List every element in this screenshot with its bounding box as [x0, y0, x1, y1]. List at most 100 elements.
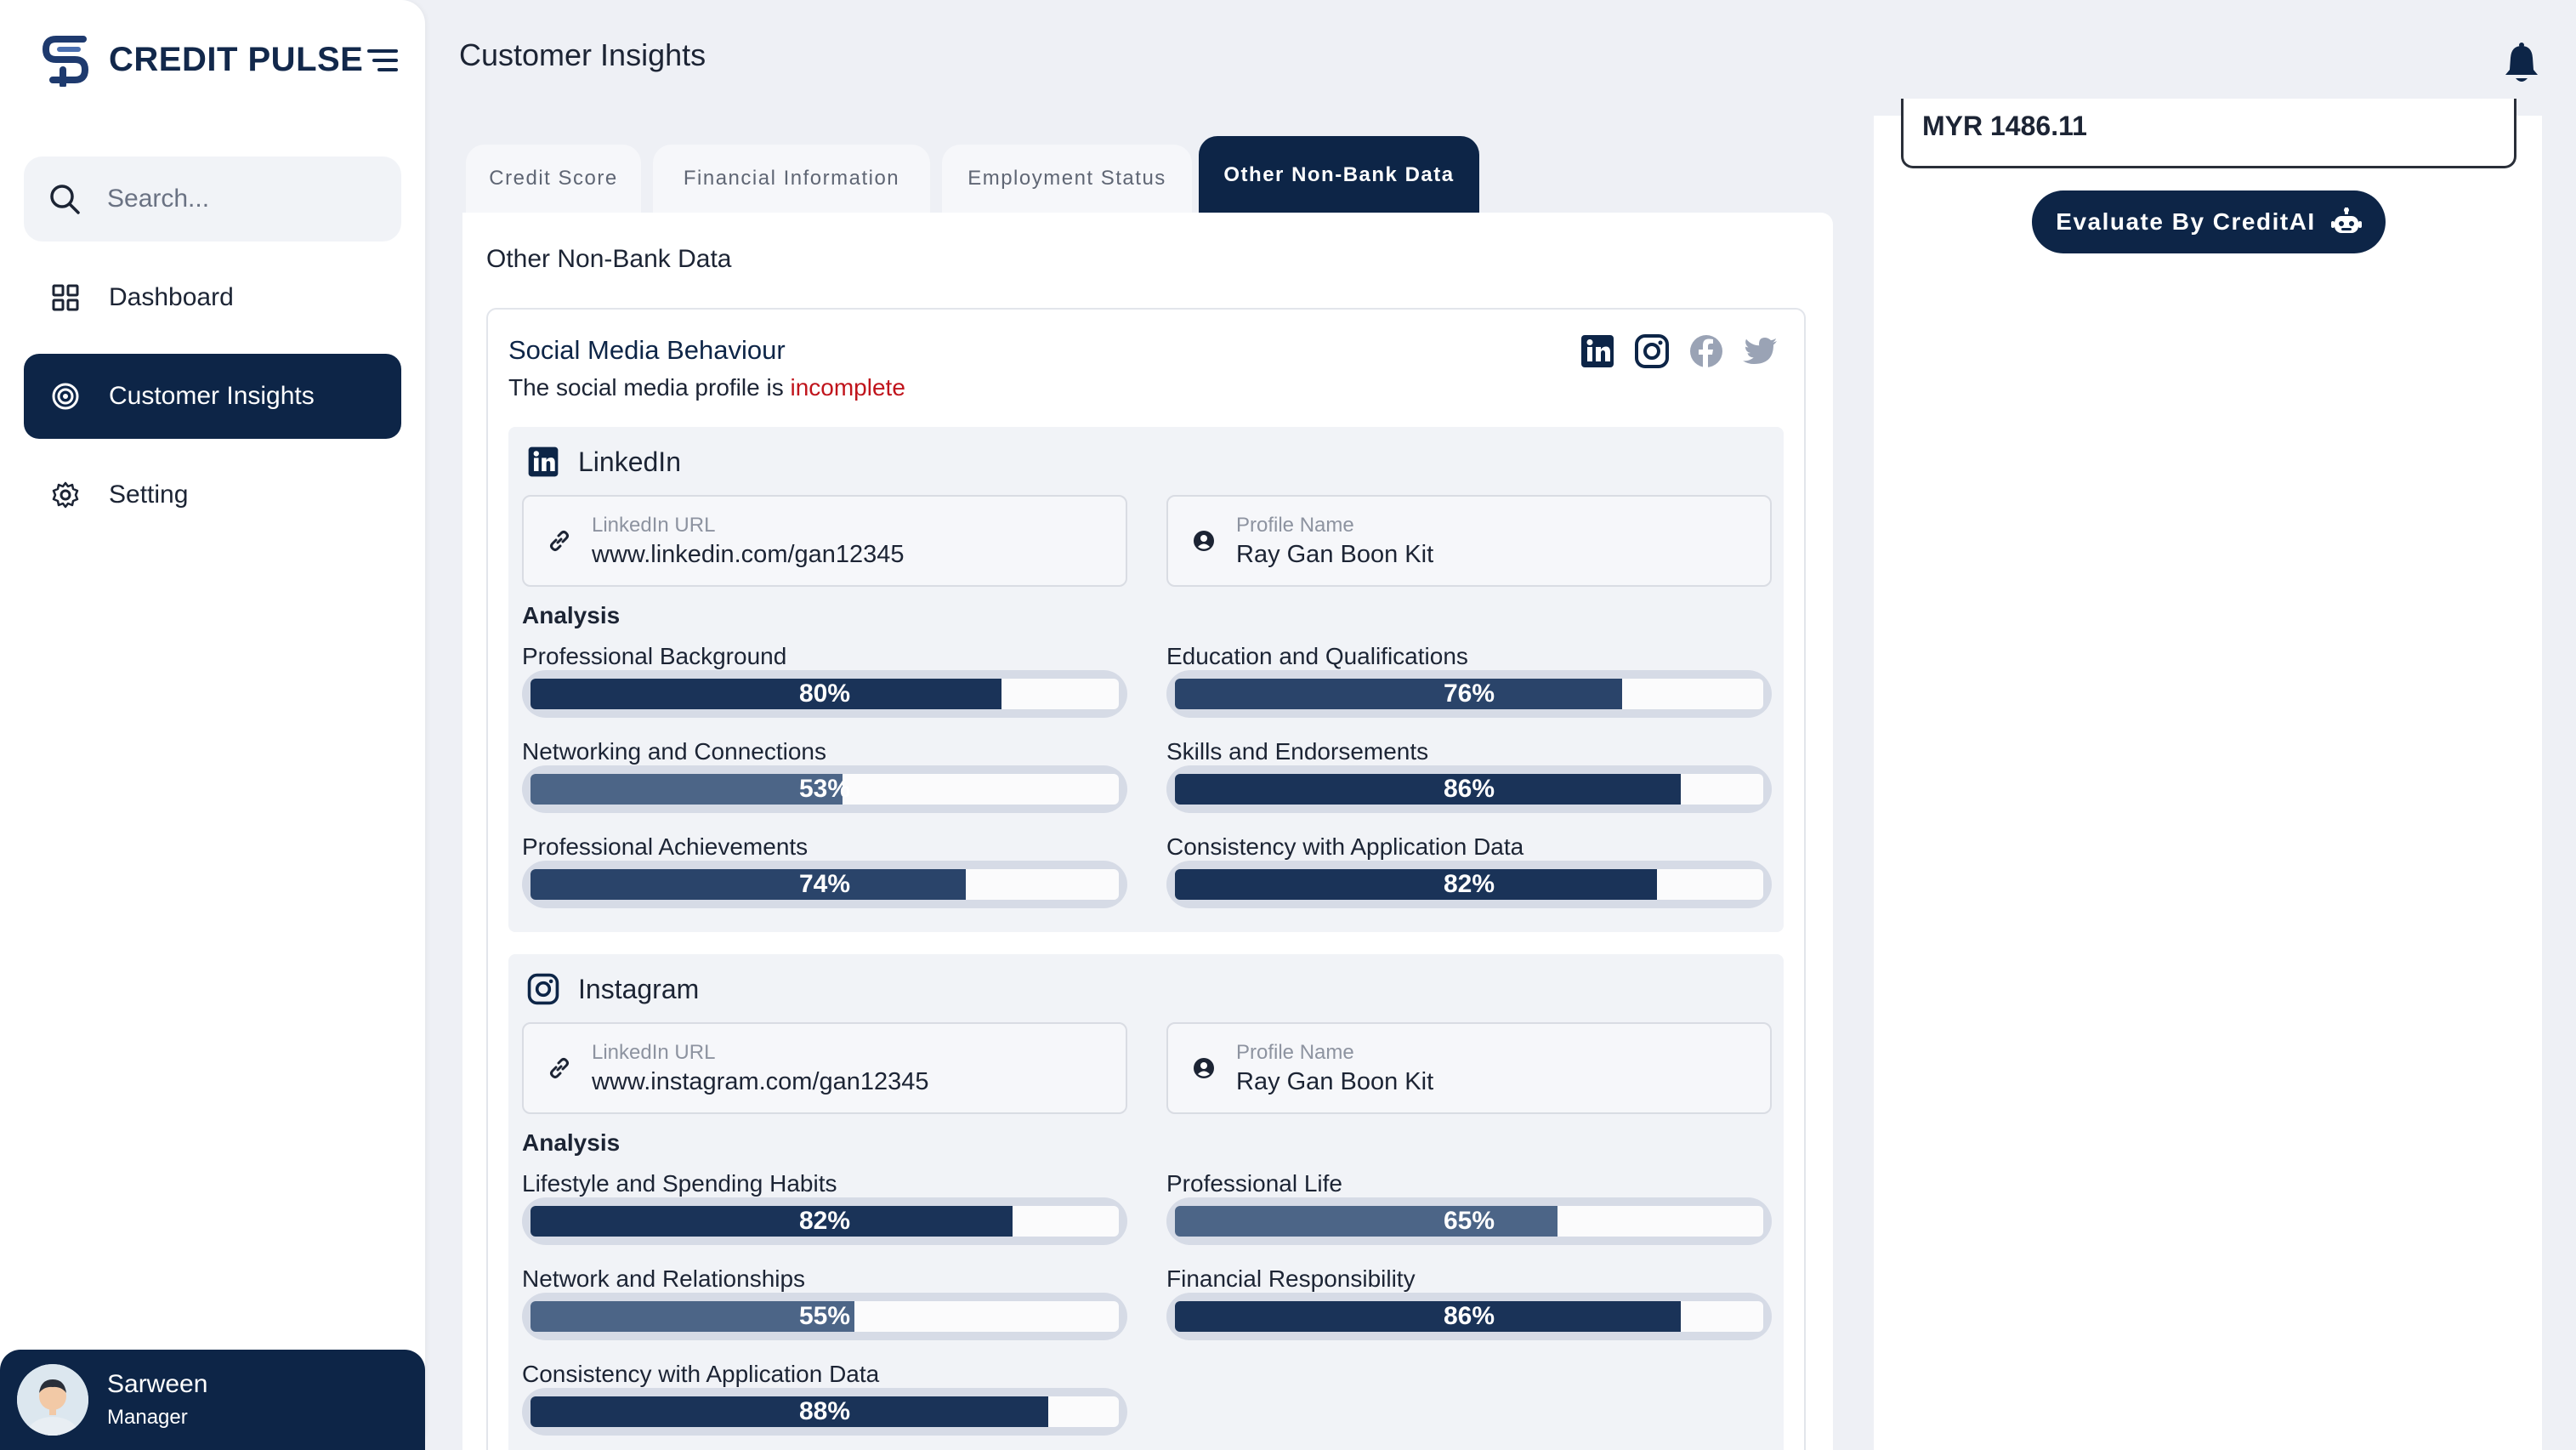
twitter-icon[interactable] — [1741, 332, 1780, 371]
instagram-header: Instagram — [525, 971, 699, 1007]
sidebar: CREDIT PULSE Dashboard Customer Insights — [0, 0, 425, 1450]
brand[interactable]: CREDIT PULSE — [41, 32, 363, 87]
notification-bell-icon[interactable] — [2503, 43, 2540, 85]
metric-value: 80% — [798, 680, 851, 708]
status-badge: incomplete — [790, 374, 905, 401]
right-panel: MYR 1486.11 Evaluate By CreditAI — [1874, 99, 2542, 1450]
nav-item-dashboard[interactable]: Dashboard — [24, 255, 401, 340]
facebook-icon[interactable] — [1687, 332, 1726, 371]
link-icon — [550, 531, 569, 551]
social-media-title: Social Media Behaviour — [508, 335, 786, 365]
progress-bar: 86% — [1166, 1293, 1772, 1340]
metric-networking-connections: Networking and Connections 53% — [522, 738, 1127, 820]
metric-label: Consistency with Application Data — [522, 1361, 880, 1387]
metric-value: 82% — [1443, 870, 1495, 898]
metric-label: Networking and Connections — [522, 738, 826, 765]
progress-bar: 55% — [522, 1293, 1127, 1340]
gear-icon — [52, 481, 79, 509]
tab-label: Other Non-Bank Data — [1223, 163, 1455, 186]
metric-label: Network and Relationships — [522, 1265, 806, 1292]
metric-skills-endorsements: Skills and Endorsements 86% — [1166, 738, 1772, 820]
metric-financial-responsibility: Financial Responsibility 86% — [1166, 1265, 1772, 1347]
metric-label: Skills and Endorsements — [1166, 738, 1429, 765]
page-title: Customer Insights — [459, 37, 706, 72]
field-label: LinkedIn URL — [592, 514, 716, 537]
progress-bar: 82% — [1166, 861, 1772, 908]
nav-label-dashboard: Dashboard — [109, 283, 234, 311]
nav-label-setting: Setting — [109, 480, 189, 509]
robot-icon — [2330, 208, 2362, 233]
amount-value: MYR 1486.11 — [1922, 111, 2087, 141]
progress-bar: 76% — [1166, 670, 1772, 718]
metric-label: Professional Background — [522, 643, 787, 669]
instagram-profile-value: Ray Gan Boon Kit — [1236, 1068, 1434, 1095]
progress-bar: 80% — [522, 670, 1127, 718]
metric-label: Financial Responsibility — [1166, 1265, 1416, 1292]
metric-label: Consistency with Application Data — [1166, 833, 1524, 860]
user-name: Sarween — [107, 1370, 208, 1398]
progress-bar: 65% — [1166, 1197, 1772, 1245]
social-icons — [1578, 332, 1796, 371]
evaluate-creditai-button[interactable]: Evaluate By CreditAI — [2032, 190, 2386, 253]
instagram-title: Instagram — [578, 973, 700, 1004]
metric-value: 86% — [1443, 775, 1495, 803]
metric-label: Professional Achievements — [522, 833, 809, 860]
analysis-label: Analysis — [522, 602, 621, 628]
metric-consistency-application: Consistency with Application Data 88% — [522, 1361, 1127, 1442]
social-media-card: Social Media Behaviour The social media … — [486, 308, 1806, 1450]
linkedin-profile-field[interactable]: Profile Name Ray Gan Boon Kit — [1166, 495, 1772, 587]
search-icon — [50, 185, 80, 214]
metric-value: 76% — [1443, 680, 1495, 708]
tab-credit-score[interactable]: Credit Score — [466, 145, 641, 213]
metric-professional-life: Professional Life 65% — [1166, 1170, 1772, 1252]
progress-bar: 88% — [522, 1388, 1127, 1436]
instagram-url-field[interactable]: LinkedIn URL www.instagram.com/gan12345 — [522, 1022, 1127, 1114]
progress-bar: 74% — [522, 861, 1127, 908]
field-label: Profile Name — [1236, 514, 1354, 537]
linkedin-title: LinkedIn — [578, 446, 681, 477]
linkedin-section: LinkedIn LinkedIn URL www.linkedin.com/g… — [508, 427, 1784, 932]
metric-network-relationships: Network and Relationships 55% — [522, 1265, 1127, 1347]
linkedin-icon — [528, 446, 559, 477]
metric-value: 86% — [1443, 1302, 1495, 1330]
metric-value: 55% — [798, 1302, 851, 1330]
tab-employment-status[interactable]: Employment Status — [942, 145, 1192, 213]
metric-professional-background: Professional Background 80% — [522, 643, 1127, 725]
metric-lifestyle-spending: Lifestyle and Spending Habits 82% — [522, 1170, 1127, 1252]
tab-label: Employment Status — [967, 167, 1166, 190]
metric-value: 74% — [798, 870, 851, 898]
analysis-label: Analysis — [522, 1129, 621, 1156]
amount-box: MYR 1486.11 — [1901, 99, 2516, 168]
tab-label: Financial Information — [683, 167, 900, 190]
metric-value: 88% — [798, 1397, 851, 1425]
linkedin-icon[interactable] — [1578, 332, 1617, 371]
metric-professional-achievements: Professional Achievements 74% — [522, 833, 1127, 915]
main-panel: Other Non-Bank Data Social Media Behavio… — [462, 213, 1833, 1450]
metric-value: 82% — [798, 1207, 851, 1235]
metric-label: Education and Qualifications — [1166, 643, 1468, 669]
user-card[interactable]: Sarween Manager — [0, 1350, 425, 1450]
field-label: Profile Name — [1236, 1041, 1354, 1064]
metric-value: 65% — [1443, 1207, 1495, 1235]
search-box[interactable] — [24, 156, 401, 242]
status-prefix: The social media profile is — [508, 374, 791, 401]
nav-item-customer-insights[interactable]: Customer Insights — [24, 354, 401, 439]
grid-icon — [52, 284, 79, 311]
linkedin-profile-value: Ray Gan Boon Kit — [1236, 541, 1434, 568]
nav-item-setting[interactable]: Setting — [24, 452, 401, 537]
linkedin-url-field[interactable]: LinkedIn URL www.linkedin.com/gan12345 — [522, 495, 1127, 587]
progress-bar: 53% — [522, 765, 1127, 813]
user-role: Manager — [107, 1406, 188, 1429]
menu-toggle-icon[interactable] — [367, 48, 398, 73]
tab-financial-information[interactable]: Financial Information — [653, 145, 930, 213]
field-label: LinkedIn URL — [592, 1041, 716, 1064]
search-input[interactable] — [107, 185, 396, 213]
progress-bar: 86% — [1166, 765, 1772, 813]
nav-label-customer-insights: Customer Insights — [109, 382, 315, 410]
instagram-profile-field[interactable]: Profile Name Ray Gan Boon Kit — [1166, 1022, 1772, 1114]
metric-label: Professional Life — [1166, 1170, 1343, 1197]
brand-name: CREDIT PULSE — [109, 40, 364, 78]
tab-other-non-bank-data[interactable]: Other Non-Bank Data — [1199, 136, 1479, 213]
evaluate-label: Evaluate By CreditAI — [2056, 208, 2316, 235]
instagram-icon[interactable] — [1632, 332, 1671, 371]
